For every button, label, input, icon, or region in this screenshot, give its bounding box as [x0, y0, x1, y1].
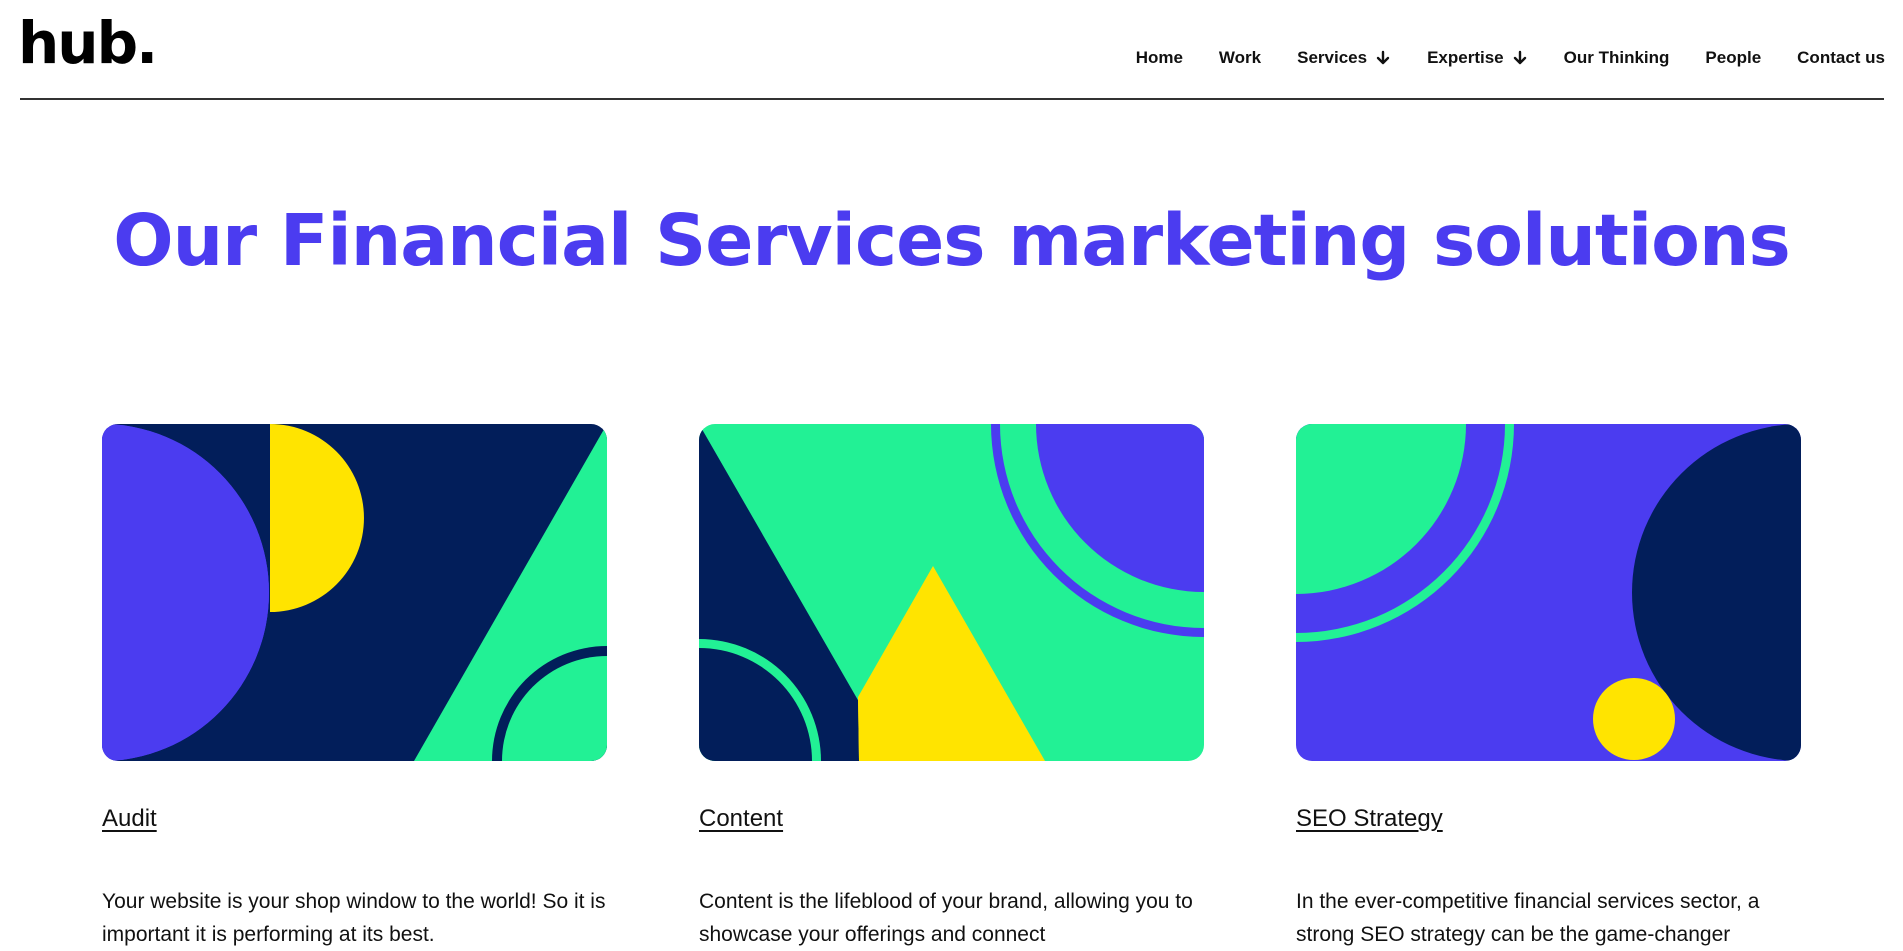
- nav-work-label: Work: [1218, 48, 1262, 67]
- header-divider: [20, 98, 1884, 100]
- nav-services[interactable]: Services: [1297, 48, 1391, 68]
- nav-home-label: Home: [1135, 48, 1183, 67]
- card-title-seo-strategy[interactable]: SEO Strategy: [1296, 805, 1443, 833]
- card-seo-strategy: SEO Strategy In the ever-competitive fin…: [1296, 424, 1801, 951]
- main-nav: Home Work Services Expertise Our Thinkin…: [1100, 48, 1885, 68]
- nav-our-thinking[interactable]: Our Thinking: [1564, 48, 1670, 68]
- audit-illustration[interactable]: [102, 424, 607, 761]
- nav-expertise-label: Expertise: [1427, 48, 1504, 67]
- card-text-seo-strategy: In the ever-competitive financial servic…: [1296, 890, 1760, 946]
- seo-illustration[interactable]: [1296, 424, 1801, 761]
- card-text-audit: Your website is your shop window to the …: [102, 890, 606, 946]
- content-illustration[interactable]: [699, 424, 1204, 761]
- nav-our-thinking-label: Our Thinking: [1563, 48, 1670, 67]
- card-title-audit[interactable]: Audit: [102, 805, 157, 833]
- nav-people[interactable]: People: [1705, 48, 1761, 68]
- nav-people-label: People: [1705, 48, 1762, 67]
- arrow-down-icon: [1513, 50, 1526, 65]
- nav-contact-us-label: Contact us: [1797, 48, 1885, 67]
- nav-expertise[interactable]: Expertise: [1427, 48, 1528, 68]
- card-content: Content Content is the lifeblood of your…: [699, 424, 1204, 951]
- site-header: hub. Home Work Services Expertise Our Th…: [0, 0, 1903, 100]
- card-title-content[interactable]: Content: [699, 805, 783, 833]
- nav-home[interactable]: Home: [1136, 48, 1183, 68]
- nav-services-label: Services: [1297, 48, 1368, 67]
- card-audit: Audit Your website is your shop window t…: [102, 424, 607, 951]
- nav-contact-us[interactable]: Contact us: [1797, 48, 1885, 68]
- nav-work[interactable]: Work: [1219, 48, 1261, 68]
- hub-logo[interactable]: hub.: [18, 14, 158, 72]
- card-text-content: Content is the lifeblood of your brand, …: [699, 890, 1193, 946]
- arrow-down-icon: [1376, 50, 1390, 65]
- page-title: Our Financial Services marketing solutio…: [113, 199, 1791, 282]
